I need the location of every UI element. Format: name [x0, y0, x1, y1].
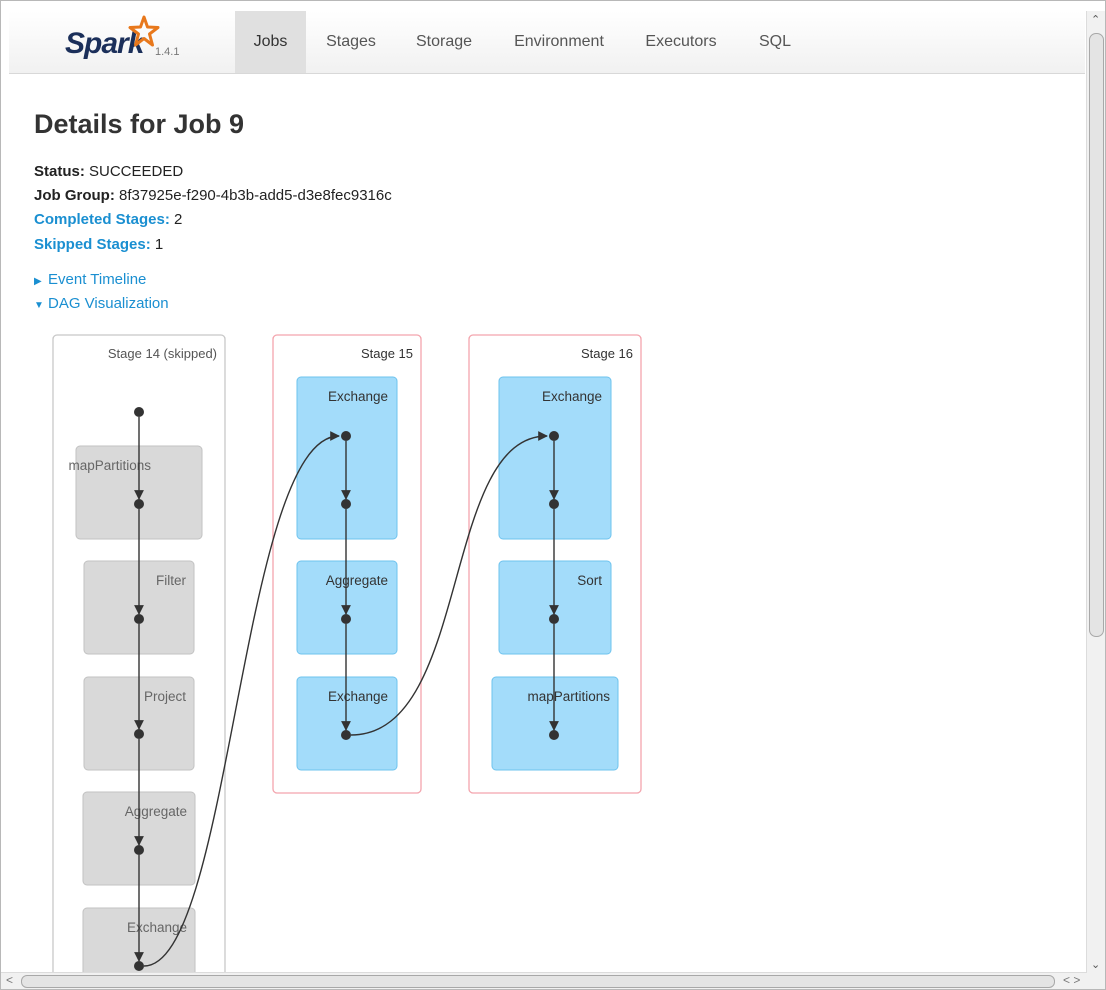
- dag-dot-s16-1: [549, 499, 559, 509]
- scrollbar-corner: [1087, 973, 1105, 989]
- dag-dot-s14-0: [134, 407, 144, 417]
- operation-label-0-1: Filter: [156, 573, 187, 588]
- stage-label-0: Stage 14 (skipped): [108, 346, 217, 361]
- dag-dot-s15-3: [341, 730, 351, 740]
- operation-label-0-2: Project: [144, 689, 186, 704]
- dag-dot-s14-1: [134, 499, 144, 509]
- dag-dot-s15-1: [341, 499, 351, 509]
- vertical-scroll-thumb[interactable]: [1089, 33, 1104, 637]
- operation-label-2-1: Sort: [577, 573, 602, 588]
- dag-dot-s14-5: [134, 961, 144, 971]
- dag-dot-s16-0: [549, 431, 559, 441]
- dag-dot-s14-3: [134, 729, 144, 739]
- scroll-up-icon[interactable]: ⌃: [1091, 13, 1100, 26]
- dag-dot-s14-2: [134, 614, 144, 624]
- stage-label-1: Stage 15: [361, 346, 413, 361]
- dag-dot-s16-3: [549, 730, 559, 740]
- scroll-left-icon[interactable]: <: [6, 973, 13, 987]
- horizontal-scrollbar[interactable]: < < >: [1, 972, 1087, 989]
- dag-visualization: Stage 14 (skipped) mapPartitions Filter Pro…: [52, 334, 642, 973]
- operation-label-2-0: Exchange: [542, 389, 602, 404]
- operation-label-1-0: Exchange: [328, 389, 388, 404]
- operation-label-0-4: Exchange: [127, 920, 187, 935]
- dag-dot-s15-2: [341, 614, 351, 624]
- dag-dot-s14-4: [134, 845, 144, 855]
- browser-window: Spark 1.4.1 Jobs Stages Storage Environm…: [0, 0, 1106, 990]
- scroll-down-icon[interactable]: ⌄: [1091, 958, 1100, 971]
- operation-label-1-1: Aggregate: [326, 573, 388, 588]
- dag-dot-s16-2: [549, 614, 559, 624]
- scroll-right-icon[interactable]: < >: [1063, 973, 1080, 987]
- vertical-scrollbar[interactable]: ⌃ ⌄: [1086, 11, 1105, 975]
- operation-label-1-2: Exchange: [328, 689, 388, 704]
- operation-label-0-3: Aggregate: [125, 804, 187, 819]
- dag-dot-s15-0: [341, 431, 351, 441]
- operation-label-2-2: mapPartitions: [527, 689, 610, 704]
- stage-label-2: Stage 16: [581, 346, 633, 361]
- horizontal-scroll-thumb[interactable]: [21, 975, 1055, 988]
